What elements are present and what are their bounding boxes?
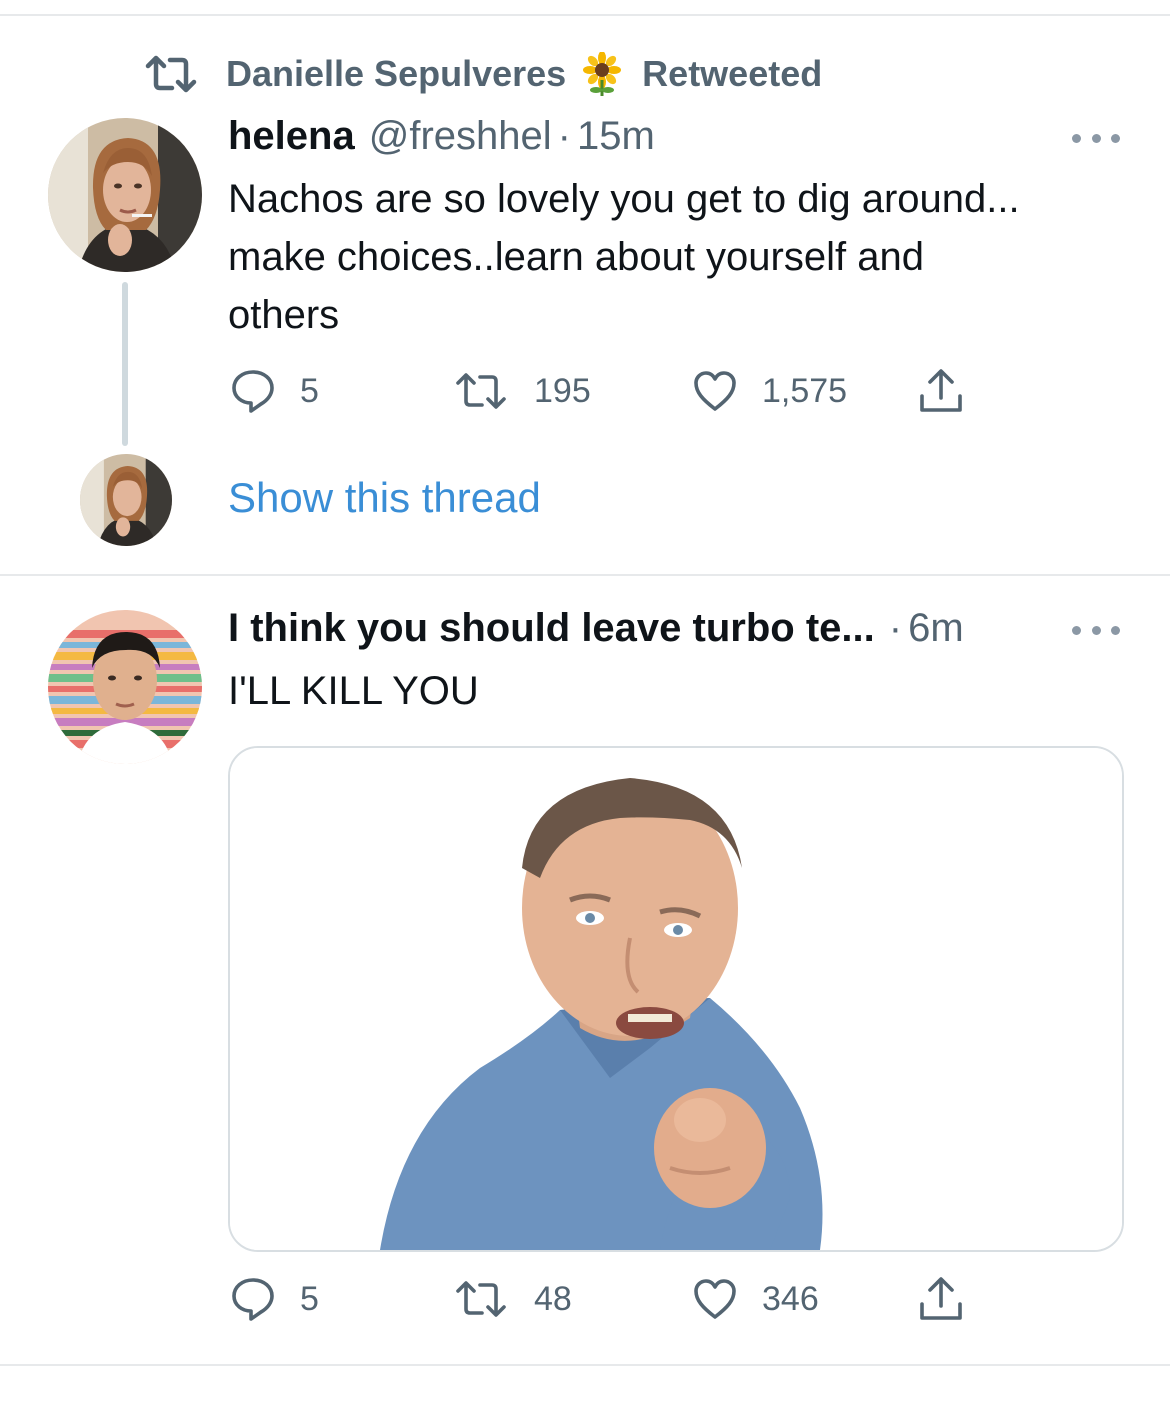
tweet2-display-name[interactable]: I think you should leave turbo te... — [228, 606, 875, 651]
retweet-icon — [456, 1281, 506, 1317]
tweet2-like-button[interactable]: 346 — [692, 1274, 819, 1324]
like-icon — [694, 1279, 736, 1319]
show-thread-link[interactable]: Show this thread — [228, 474, 541, 522]
tweet2-timestamp[interactable]: 6m — [908, 606, 964, 651]
tweet2-reply-button[interactable]: 5 — [230, 1274, 319, 1324]
tweet1-header: helena @freshhel · 15m — [228, 114, 655, 159]
share-icon — [920, 369, 962, 412]
like-icon — [694, 371, 736, 411]
tweet2-more-icon[interactable] — [1072, 620, 1120, 640]
tweet1-timestamp[interactable]: 15m — [577, 114, 655, 159]
tweet2-retweet-button[interactable]: 48 — [452, 1274, 572, 1324]
top-divider — [0, 14, 1170, 16]
tweet-divider — [0, 574, 1170, 576]
tweet2-separator: · — [888, 606, 903, 650]
retweet-icon — [456, 373, 506, 409]
avatar-itysl-image — [48, 610, 202, 764]
retweet-icon — [142, 54, 200, 94]
avatar-helena-image — [48, 118, 202, 272]
tweet2-retweet-count: 48 — [534, 1279, 572, 1318]
tweet1-reply-button[interactable]: 5 — [230, 366, 319, 416]
share-icon — [920, 1277, 962, 1320]
reply-icon — [232, 1278, 274, 1321]
thread-connector-line — [122, 282, 128, 446]
tweet2-header: I think you should leave turbo te... · 6… — [228, 606, 964, 651]
retweet-context[interactable]: Danielle Sepulveres Retweeted — [142, 50, 822, 98]
tweet2-media-image — [230, 748, 1122, 1250]
tweet1-display-name[interactable]: helena — [228, 114, 355, 159]
tweet1-more-icon[interactable] — [1072, 128, 1120, 148]
tweet1-handle[interactable]: @freshhel — [369, 114, 552, 159]
avatar-helena-small-image — [80, 454, 172, 546]
tweet1-retweet-button[interactable]: 195 — [452, 366, 591, 416]
avatar-helena[interactable] — [48, 118, 202, 272]
tweet2-media[interactable] — [228, 746, 1124, 1252]
avatar-helena-small[interactable] — [80, 454, 172, 546]
tweet1-text-line: Nachos are so lovely you get to dig arou… — [228, 177, 1020, 221]
tweet1-share-button[interactable] — [916, 366, 966, 416]
sunflower-icon — [582, 51, 622, 96]
tweet2-like-count: 346 — [762, 1279, 819, 1318]
tweet1-like-count: 1,575 — [762, 371, 848, 410]
tweet1-text: Nachos are so lovely you get to dig arou… — [228, 170, 1128, 344]
reply-icon — [232, 370, 274, 413]
tweet2-text: I'LL KILL YOU — [228, 669, 479, 713]
tweet1-retweet-count: 195 — [534, 371, 591, 410]
retweeted-label: Retweeted — [642, 53, 823, 94]
tweet1-text-line: make choices..learn about yourself and — [228, 235, 924, 279]
tweet2-reply-count: 5 — [300, 1279, 319, 1318]
tweet1-reply-count: 5 — [300, 371, 319, 410]
avatar-itysl[interactable] — [48, 610, 202, 764]
bottom-divider — [0, 1364, 1170, 1366]
retweeter-name[interactable]: Danielle Sepulveres — [226, 53, 566, 95]
tweet1-like-button[interactable]: 1,575 — [692, 366, 847, 416]
tweet1-separator: · — [557, 114, 571, 158]
tweet2-share-button[interactable] — [916, 1274, 966, 1324]
tweet1-text-line: others — [228, 293, 340, 337]
